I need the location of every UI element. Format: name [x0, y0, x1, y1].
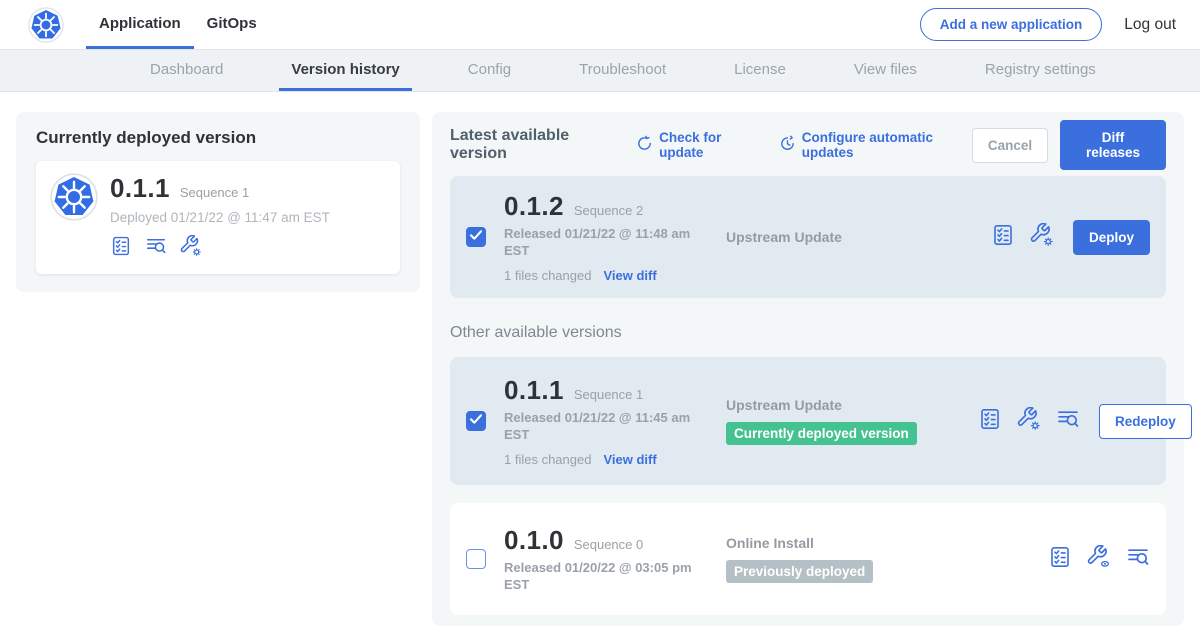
checkmark-icon — [468, 227, 484, 248]
subnav-view-files-label: View files — [854, 61, 917, 78]
diff-releases-button[interactable]: Diff releases — [1060, 120, 1166, 170]
preflight-checks-icon[interactable] — [110, 235, 132, 262]
view-diff-link[interactable]: View diff — [603, 452, 656, 467]
subnav-license-label: License — [734, 61, 786, 78]
currently-deployed-title: Currently deployed version — [36, 128, 400, 148]
check-for-update-label: Check for update — [659, 130, 759, 160]
subnav-item-registry-settings[interactable]: Registry settings — [973, 50, 1108, 91]
subnav-item-dashboard[interactable]: Dashboard — [138, 50, 235, 91]
currently-deployed-badge: Currently deployed version — [726, 422, 917, 445]
version-checkbox[interactable] — [466, 227, 486, 247]
subnav-item-troubleshoot[interactable]: Troubleshoot — [567, 50, 678, 91]
subnav-item-license[interactable]: License — [722, 50, 798, 91]
version-source: Online Install Previously deployed — [726, 535, 978, 583]
subnav-dashboard-label: Dashboard — [150, 61, 223, 78]
top-nav-right: Add a new application Log out — [920, 0, 1176, 49]
top-nav: Application GitOps Add a new application… — [0, 0, 1200, 50]
app-logo-icon — [50, 173, 98, 226]
deploy-logs-icon[interactable] — [1056, 407, 1080, 436]
available-versions-panel: Latest available version Check for updat… — [432, 112, 1184, 626]
version-card-0-1-1: 0.1.1 Sequence 1 Released 01/21/22 @ 11:… — [450, 357, 1166, 485]
preflight-checks-icon[interactable] — [1048, 545, 1072, 574]
subnav-troubleshoot-label: Troubleshoot — [579, 61, 666, 78]
clock-update-icon — [779, 135, 796, 155]
version-card-0-1-0: 0.1.0 Sequence 0 Released 01/20/22 @ 03:… — [450, 503, 1166, 615]
available-panel-header: Latest available version Check for updat… — [450, 128, 1166, 162]
view-config-icon[interactable] — [1087, 545, 1111, 574]
version-info: 0.1.0 Sequence 0 Released 01/20/22 @ 03:… — [504, 525, 696, 594]
preflight-checks-icon[interactable] — [991, 223, 1015, 252]
other-versions-heading: Other available versions — [450, 324, 1166, 342]
source-label: Upstream Update — [726, 229, 978, 245]
edit-config-icon[interactable] — [1017, 407, 1041, 436]
edit-config-icon[interactable] — [180, 235, 202, 262]
version-checkbox[interactable] — [466, 411, 486, 431]
files-changed-label: 1 files changed — [504, 268, 591, 283]
version-source: Upstream Update Currently deployed versi… — [726, 397, 978, 445]
refresh-icon — [636, 135, 653, 155]
deployed-version-number: 0.1.1 — [110, 173, 170, 204]
kots-admin-console: Application GitOps Add a new application… — [0, 0, 1200, 634]
subnav-item-version-history[interactable]: Version history — [279, 50, 411, 91]
version-source: Upstream Update — [726, 229, 978, 245]
latest-available-title: Latest available version — [450, 127, 616, 163]
source-label: Upstream Update — [726, 397, 978, 413]
tab-application-label: Application — [99, 15, 181, 32]
deploy-logs-icon[interactable] — [145, 235, 167, 262]
tab-gitops[interactable]: GitOps — [194, 0, 270, 49]
edit-config-icon[interactable] — [1030, 223, 1054, 252]
tab-gitops-label: GitOps — [207, 15, 257, 32]
subnav-version-history-label: Version history — [291, 61, 399, 78]
version-checkbox[interactable] — [466, 549, 486, 569]
deployed-timestamp: Deployed 01/21/22 @ 11:47 am EST — [110, 210, 330, 225]
version-actions: Redeploy — [978, 404, 1192, 439]
files-changed-label: 1 files changed — [504, 452, 591, 467]
add-new-application-button[interactable]: Add a new application — [920, 8, 1103, 41]
check-for-update-link[interactable]: Check for update — [636, 130, 759, 160]
subnav-config-label: Config — [468, 61, 511, 78]
configure-automatic-updates-link[interactable]: Configure automatic updates — [779, 130, 972, 160]
released-timestamp: Released 01/20/22 @ 03:05 pm EST — [504, 560, 696, 594]
currently-deployed-panel: Currently deployed version 0.1.1 Sequenc… — [16, 112, 420, 292]
subnav-item-view-files[interactable]: View files — [842, 50, 929, 91]
released-timestamp: Released 01/21/22 @ 11:48 am EST — [504, 226, 696, 260]
deployed-version-details: 0.1.1 Sequence 1 Deployed 01/21/22 @ 11:… — [110, 173, 330, 262]
version-number: 0.1.0 — [504, 525, 564, 556]
version-number: 0.1.2 — [504, 191, 564, 222]
deployed-version-card: 0.1.1 Sequence 1 Deployed 01/21/22 @ 11:… — [36, 161, 400, 274]
cancel-button[interactable]: Cancel — [972, 128, 1048, 163]
redeploy-button[interactable]: Redeploy — [1099, 404, 1192, 439]
sequence-label: Sequence 1 — [574, 387, 643, 402]
version-actions — [1048, 545, 1150, 574]
version-number: 0.1.1 — [504, 375, 564, 406]
released-timestamp: Released 01/21/22 @ 11:45 am EST — [504, 410, 696, 444]
logout-link[interactable]: Log out — [1124, 16, 1176, 34]
top-nav-tabs: Application GitOps — [86, 0, 270, 49]
version-info: 0.1.1 Sequence 1 Released 01/21/22 @ 11:… — [504, 375, 696, 468]
deploy-button[interactable]: Deploy — [1073, 220, 1150, 255]
kubernetes-logo-icon — [28, 0, 64, 49]
version-card-0-1-2: 0.1.2 Sequence 2 Released 01/21/22 @ 11:… — [450, 176, 1166, 298]
subnav-item-config[interactable]: Config — [456, 50, 523, 91]
checkmark-icon — [468, 411, 484, 432]
app-sub-nav: Dashboard Version history Config Trouble… — [0, 50, 1200, 92]
version-info: 0.1.2 Sequence 2 Released 01/21/22 @ 11:… — [504, 191, 696, 284]
view-diff-link[interactable]: View diff — [603, 268, 656, 283]
sequence-label: Sequence 0 — [574, 537, 643, 552]
deploy-logs-icon[interactable] — [1126, 545, 1150, 574]
previously-deployed-badge: Previously deployed — [726, 560, 873, 583]
preflight-checks-icon[interactable] — [978, 407, 1002, 436]
sequence-label: Sequence 2 — [574, 203, 643, 218]
version-actions: Deploy — [991, 220, 1150, 255]
configure-automatic-updates-label: Configure automatic updates — [802, 130, 972, 160]
tab-application[interactable]: Application — [86, 0, 194, 49]
deployed-sequence-label: Sequence 1 — [180, 185, 249, 200]
source-label: Online Install — [726, 535, 978, 551]
subnav-registry-settings-label: Registry settings — [985, 61, 1096, 78]
